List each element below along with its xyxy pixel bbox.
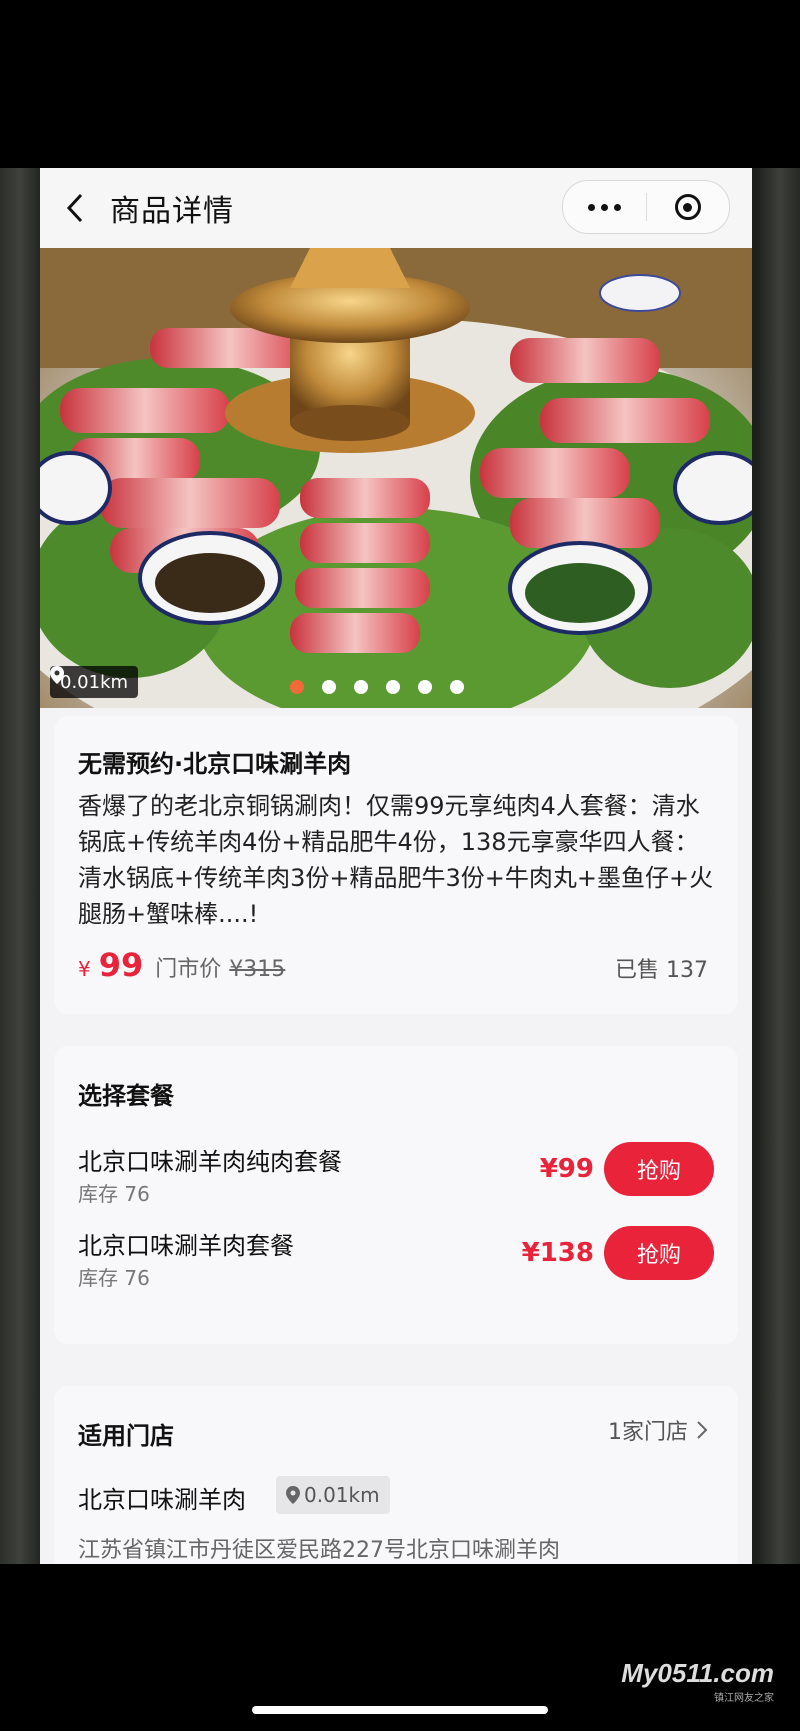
store-count-link[interactable]: 1家门店: [608, 1414, 708, 1446]
home-indicator[interactable]: [252, 1706, 548, 1714]
package-row: 北京口味涮羊肉纯肉套餐 库存 76 ¥99 抢购: [78, 1142, 714, 1206]
chevron-left-icon: [66, 193, 83, 223]
price-row: ¥ 99 门市价 ¥315: [78, 946, 285, 984]
package-price: ¥138: [521, 1238, 594, 1268]
package-name: 北京口味涮羊肉纯肉套餐: [78, 1148, 342, 1176]
navbar: 商品详情: [40, 168, 752, 248]
store-address[interactable]: 江苏省镇江市丹徒区爱民路227号北京口味涮羊肉: [78, 1532, 560, 1564]
carousel-pager[interactable]: [290, 680, 464, 694]
watermark-logo: My0511.com 镇江网友之家: [621, 1658, 774, 1704]
product-info-card: 无需预约·北京口味涮羊肉 香爆了的老北京铜锅涮肉！仅需99元享纯肉4人套餐：清水…: [54, 716, 738, 1014]
page-title: 商品详情: [110, 194, 234, 229]
pager-dot[interactable]: [450, 680, 464, 694]
back-button[interactable]: [40, 168, 110, 248]
current-price: 99: [98, 946, 144, 984]
store-count-text: 1家门店: [608, 1420, 688, 1445]
pager-dot[interactable]: [290, 680, 304, 694]
currency-symbol: ¥: [78, 957, 91, 981]
chevron-right-icon: [697, 1421, 708, 1439]
pager-dot[interactable]: [354, 680, 368, 694]
package-price: ¥99: [539, 1154, 594, 1184]
target-icon: [674, 194, 701, 220]
distance-badge: 0.01km: [50, 666, 139, 698]
location-pin-icon: [286, 1486, 300, 1504]
mini-program-capsule: [562, 180, 730, 234]
package-row: 北京口味涮羊肉套餐 库存 76 ¥138 抢购: [78, 1226, 714, 1290]
pager-dot[interactable]: [322, 680, 336, 694]
store-distance-badge: 0.01km: [276, 1476, 390, 1514]
location-pin-icon: [50, 666, 64, 684]
more-icon: [587, 203, 621, 211]
hotpot-image: [40, 248, 752, 708]
package-stock: 库存 76: [78, 1182, 150, 1206]
screen: 商品详情 0.01km 无需预约·北京口味涮羊肉 香爆了的老北京铜锅涮肉！仅需9…: [40, 168, 752, 1564]
distance-text: 0.01km: [60, 671, 129, 693]
buy-button[interactable]: 抢购: [604, 1226, 714, 1280]
product-description: 香爆了的老北京铜锅涮肉！仅需99元享纯肉4人套餐：清水锅底+传统羊肉4份+精品肥…: [78, 792, 714, 928]
original-price: ¥315: [229, 957, 286, 982]
section-title-packages: 选择套餐: [78, 1082, 174, 1110]
pager-dot[interactable]: [386, 680, 400, 694]
pager-dot[interactable]: [418, 680, 432, 694]
package-stock: 库存 76: [78, 1266, 150, 1290]
more-button[interactable]: [563, 181, 646, 233]
store-name[interactable]: 北京口味涮羊肉: [78, 1480, 246, 1515]
store-distance-text: 0.01km: [304, 1483, 380, 1507]
sold-count: 已售 137: [615, 958, 708, 983]
product-image-carousel[interactable]: 0.01km: [40, 248, 752, 708]
package-card: 选择套餐 北京口味涮羊肉纯肉套餐 库存 76 ¥99 抢购 北京口味涮羊肉套餐 …: [54, 1046, 738, 1344]
store-card: 适用门店 1家门店 北京口味涮羊肉 0.01km 江苏省镇江市丹徒区爱民路227…: [54, 1386, 738, 1564]
original-price-label: 门市价: [155, 957, 222, 982]
section-title-stores: 适用门店: [78, 1422, 174, 1450]
buy-button[interactable]: 抢购: [604, 1142, 714, 1196]
close-program-button[interactable]: [647, 181, 730, 233]
package-name: 北京口味涮羊肉套餐: [78, 1232, 294, 1260]
product-title: 无需预约·北京口味涮羊肉: [78, 750, 352, 778]
